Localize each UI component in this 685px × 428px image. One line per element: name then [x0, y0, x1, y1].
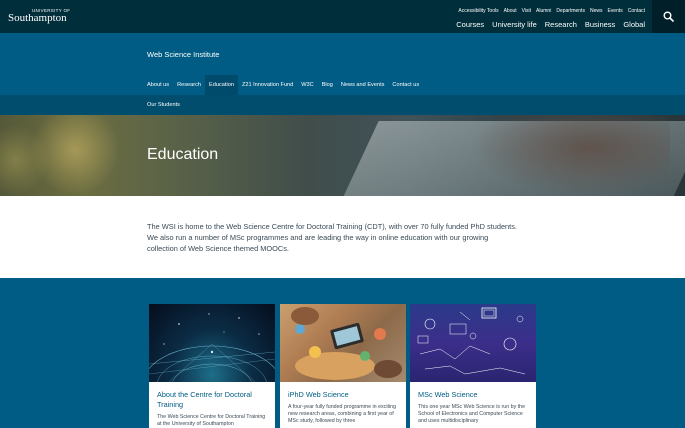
- site-nav-contact-us[interactable]: Contact us: [388, 75, 423, 95]
- site-nav-w3c[interactable]: W3C: [297, 75, 317, 95]
- main-nav-university-life[interactable]: University life: [492, 20, 537, 29]
- cards-section: About the Centre for Doctoral Training T…: [0, 278, 685, 428]
- card-description: The Web Science Centre for Doctoral Trai…: [157, 414, 266, 427]
- card-description: A four-year fully funded programme in ex…: [288, 404, 397, 424]
- card-cdt[interactable]: About the Centre for Doctoral Training T…: [149, 304, 275, 428]
- utility-link-about[interactable]: About: [504, 8, 517, 14]
- site-nav-research[interactable]: Research: [173, 75, 205, 95]
- site-nav: About us Research Education Z21 Innovati…: [143, 75, 423, 95]
- utility-link-departments[interactable]: Departments: [556, 8, 585, 14]
- intro-section: The WSI is home to the Web Science Centr…: [0, 196, 685, 278]
- logo-southampton: Southampton: [8, 12, 67, 24]
- institute-header: Web Science Institute About us Research …: [0, 33, 685, 95]
- page-title: Education: [147, 146, 219, 163]
- main-nav-global[interactable]: Global: [623, 20, 645, 29]
- students-collaborating-graphic: [291, 307, 402, 380]
- utility-link-contact[interactable]: Contact: [628, 8, 645, 14]
- card-title[interactable]: MSc Web Science: [418, 390, 530, 400]
- institute-title[interactable]: Web Science Institute: [147, 50, 219, 59]
- card-msc[interactable]: MSc Web Science This one year MSc Web Sc…: [410, 304, 536, 428]
- card-iphd[interactable]: iPhD Web Science A four-year fully funde…: [280, 304, 406, 428]
- main-nav-business[interactable]: Business: [585, 20, 615, 29]
- card-title[interactable]: iPhD Web Science: [288, 390, 400, 400]
- sub-nav: Our Students: [0, 95, 685, 115]
- utility-link-accessibility[interactable]: Accessibility Tools: [458, 8, 498, 14]
- sub-nav-our-students[interactable]: Our Students: [147, 95, 180, 115]
- card-title[interactable]: About the Centre for Doctoral Training: [157, 390, 269, 409]
- utility-link-alumni[interactable]: Alumni: [536, 8, 551, 14]
- hero-overlay: [0, 115, 685, 196]
- site-nav-z21-innovation-fund[interactable]: Z21 Innovation Fund: [238, 75, 297, 95]
- global-header: University of Southampton Accessibility …: [0, 0, 685, 33]
- main-nav: Courses University life Research Busines…: [456, 20, 645, 29]
- university-logo[interactable]: University of Southampton: [8, 8, 78, 26]
- main-nav-courses[interactable]: Courses: [456, 20, 484, 29]
- intro-text: The WSI is home to the Web Science Centr…: [147, 222, 517, 253]
- site-nav-education[interactable]: Education: [205, 75, 238, 95]
- search-button[interactable]: [652, 0, 685, 33]
- main-nav-research[interactable]: Research: [545, 20, 577, 29]
- utility-link-events[interactable]: Events: [607, 8, 622, 14]
- utility-link-visit[interactable]: Visit: [522, 8, 531, 14]
- site-nav-news-and-events[interactable]: News and Events: [337, 75, 389, 95]
- card-image-globe[interactable]: [149, 304, 275, 382]
- card-description: This one year MSc Web Science is run by …: [418, 404, 526, 424]
- tech-doodles-graphic: [417, 307, 526, 375]
- card-image-students[interactable]: [280, 304, 406, 382]
- card-image-doodles[interactable]: [410, 304, 536, 382]
- site-nav-about-us[interactable]: About us: [143, 75, 173, 95]
- hero-banner: Education: [0, 115, 685, 196]
- utility-link-news[interactable]: News: [590, 8, 603, 14]
- search-icon: [663, 11, 674, 22]
- utility-links: Accessibility Tools About Visit Alumni D…: [458, 8, 645, 14]
- globe-network-graphic: [149, 313, 275, 382]
- site-nav-blog[interactable]: Blog: [318, 75, 337, 95]
